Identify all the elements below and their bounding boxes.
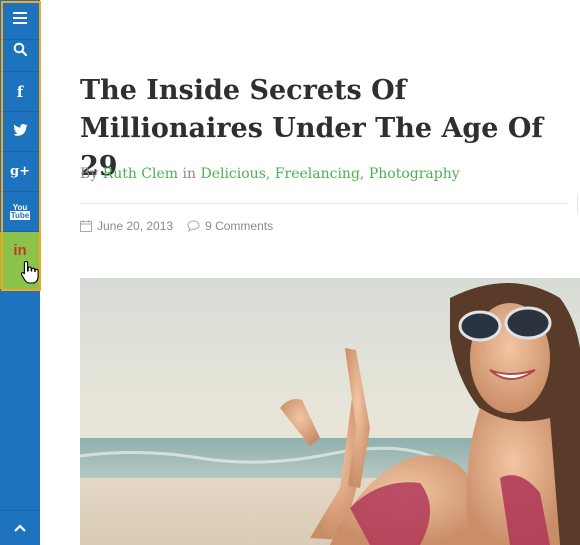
post-content: The Inside Secrets Of Millionaires Under… xyxy=(80,0,580,545)
search-button[interactable] xyxy=(0,32,40,72)
category-link-delicious[interactable]: Delicious xyxy=(200,166,265,182)
comments-link[interactable]: 9 Comments xyxy=(205,219,273,233)
facebook-icon: f xyxy=(16,82,24,101)
youtube-icon: You Tube xyxy=(9,203,31,220)
hand-cursor-icon xyxy=(20,260,40,289)
comment-icon xyxy=(187,220,200,232)
category-separator: , xyxy=(359,166,369,182)
featured-image[interactable] xyxy=(80,278,580,545)
calendar-icon xyxy=(80,220,92,232)
category-link-freelancing[interactable]: Freelancing xyxy=(275,166,360,182)
post-meta: June 20, 2013 9 Comments xyxy=(80,219,273,233)
category-separator: , xyxy=(265,166,275,182)
twitter-icon xyxy=(12,123,28,141)
post-byline: By Ruth Clem in Delicious, Freelancing, … xyxy=(80,166,460,182)
search-icon xyxy=(13,42,28,61)
in-label: in xyxy=(182,166,197,182)
twitter-button[interactable] xyxy=(0,112,40,152)
youtube-button[interactable]: You Tube xyxy=(0,192,40,232)
google-plus-button[interactable]: g+ xyxy=(0,152,40,192)
menu-icon xyxy=(13,11,27,29)
facebook-button[interactable]: f xyxy=(0,72,40,112)
category-link-photography[interactable]: Photography xyxy=(369,166,460,182)
back-to-top-button[interactable] xyxy=(0,510,40,545)
divider xyxy=(80,203,568,204)
post-date: June 20, 2013 xyxy=(97,219,174,233)
linkedin-icon: in xyxy=(13,242,27,259)
divider xyxy=(577,195,578,213)
by-label: By xyxy=(80,166,99,182)
google-plus-icon: g+ xyxy=(10,164,30,179)
chevron-up-icon xyxy=(14,519,26,537)
youtube-icon-bottom: Tube xyxy=(9,210,31,220)
author-link[interactable]: Ruth Clem xyxy=(103,166,178,182)
